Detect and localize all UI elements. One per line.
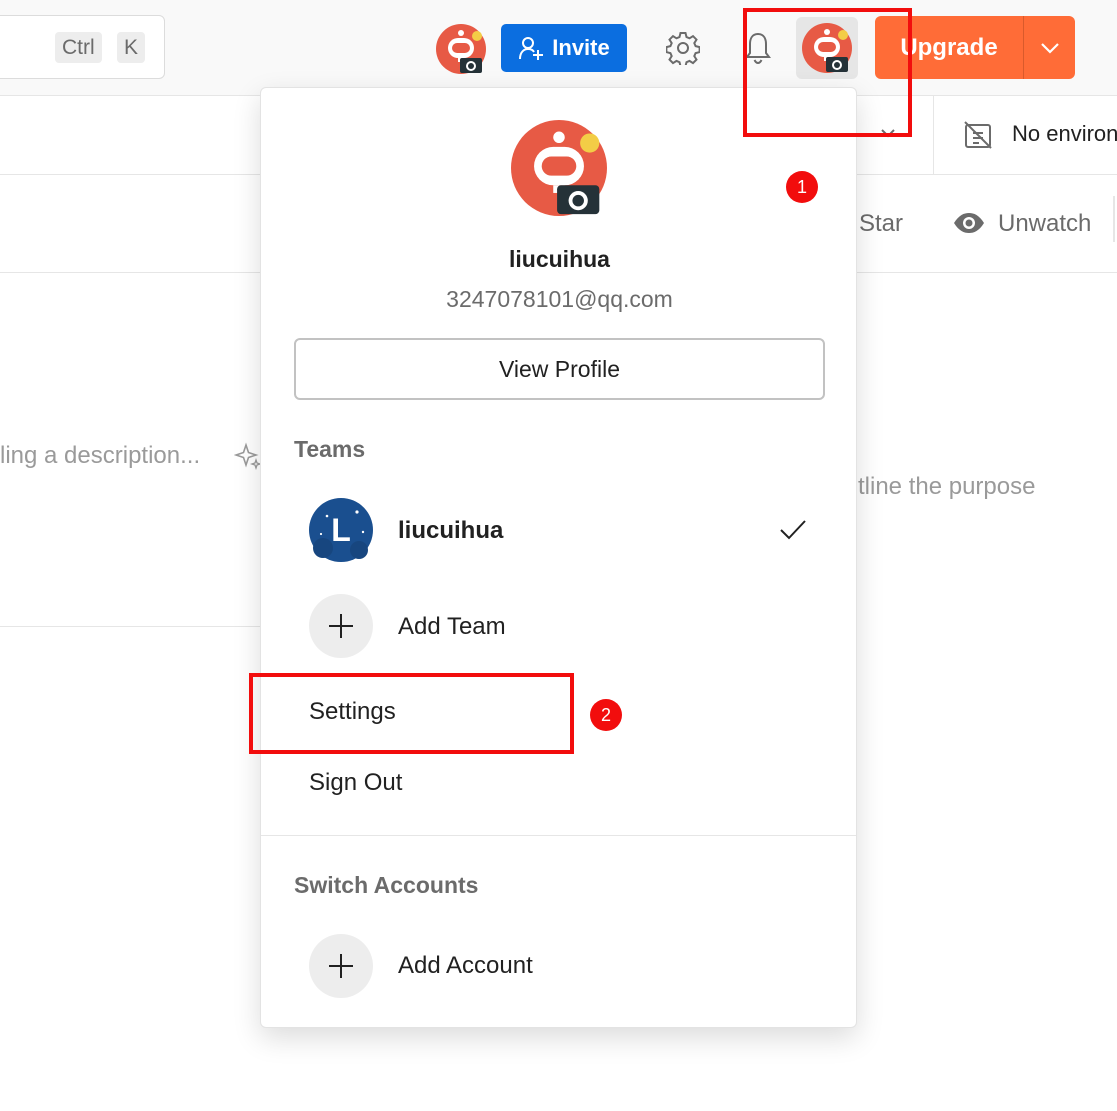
environment-label: No environ: [1012, 121, 1117, 146]
team-name: liucuihua: [398, 517, 504, 544]
purpose-placeholder[interactable]: tline the purpose: [858, 473, 1035, 501]
add-team-label: Add Team: [398, 613, 506, 640]
add-team-item[interactable]: Add Team: [309, 594, 809, 660]
add-account-plus: [309, 934, 373, 998]
shortcut-key-ctrl: Ctrl: [55, 32, 102, 63]
view-profile-button[interactable]: View Profile: [294, 338, 825, 400]
invite-label: Invite: [552, 35, 610, 60]
plus-icon: [329, 614, 353, 638]
annotation-badge-2: 2: [590, 699, 622, 731]
environment-selector[interactable]: [962, 119, 994, 156]
add-account-label: Add Account: [398, 952, 533, 979]
top-header: Ctrl K Invite Upgrade: [0, 0, 1117, 96]
content-divider: [0, 626, 262, 627]
switch-accounts-heading: Switch Accounts: [294, 872, 479, 898]
chevron-down-icon: [1040, 42, 1059, 54]
environment-separator: [933, 96, 934, 174]
toolbar-separator: [1113, 196, 1115, 242]
annotation-highlight-avatar: [743, 8, 912, 137]
invite-button[interactable]: Invite: [501, 24, 627, 72]
profile-avatar: [511, 120, 607, 216]
team-avatar: L: [309, 498, 373, 562]
no-environment-icon: [964, 121, 992, 149]
plus-icon: [329, 954, 353, 978]
settings-button[interactable]: [661, 26, 705, 70]
star-button[interactable]: Star: [859, 210, 903, 238]
unwatch-button[interactable]: Unwatch: [998, 210, 1091, 238]
add-account-item[interactable]: Add Account: [309, 934, 809, 1000]
checkmark-icon: [780, 520, 806, 540]
account-dropdown-menu: liucuihua 3247078101@qq.com View Profile…: [260, 87, 857, 1028]
profile-username: liucuihua: [509, 246, 610, 272]
upgrade-options-button[interactable]: [1024, 16, 1075, 79]
annotation-badge-1: 1: [786, 171, 818, 203]
add-user-icon: [519, 37, 544, 60]
gear-icon: [666, 32, 700, 65]
eye-icon: [954, 213, 984, 233]
shortcut-key-k: K: [117, 32, 146, 63]
search-input[interactable]: Ctrl K: [0, 15, 165, 79]
teams-heading: Teams: [294, 436, 366, 462]
sign-out-menu-item[interactable]: Sign Out: [309, 769, 402, 797]
add-team-plus: [309, 594, 373, 658]
team-avatar-letter: L: [331, 512, 351, 548]
annotation-highlight-settings: [249, 673, 574, 754]
profile-email: 3247078101@qq.com: [446, 286, 673, 312]
team-member-avatar[interactable]: [436, 24, 486, 74]
description-placeholder[interactable]: ling a description...: [0, 442, 200, 470]
menu-divider: [261, 835, 856, 836]
team-item[interactable]: L liucuihua: [309, 498, 809, 564]
sparkle-icon[interactable]: [234, 442, 262, 470]
